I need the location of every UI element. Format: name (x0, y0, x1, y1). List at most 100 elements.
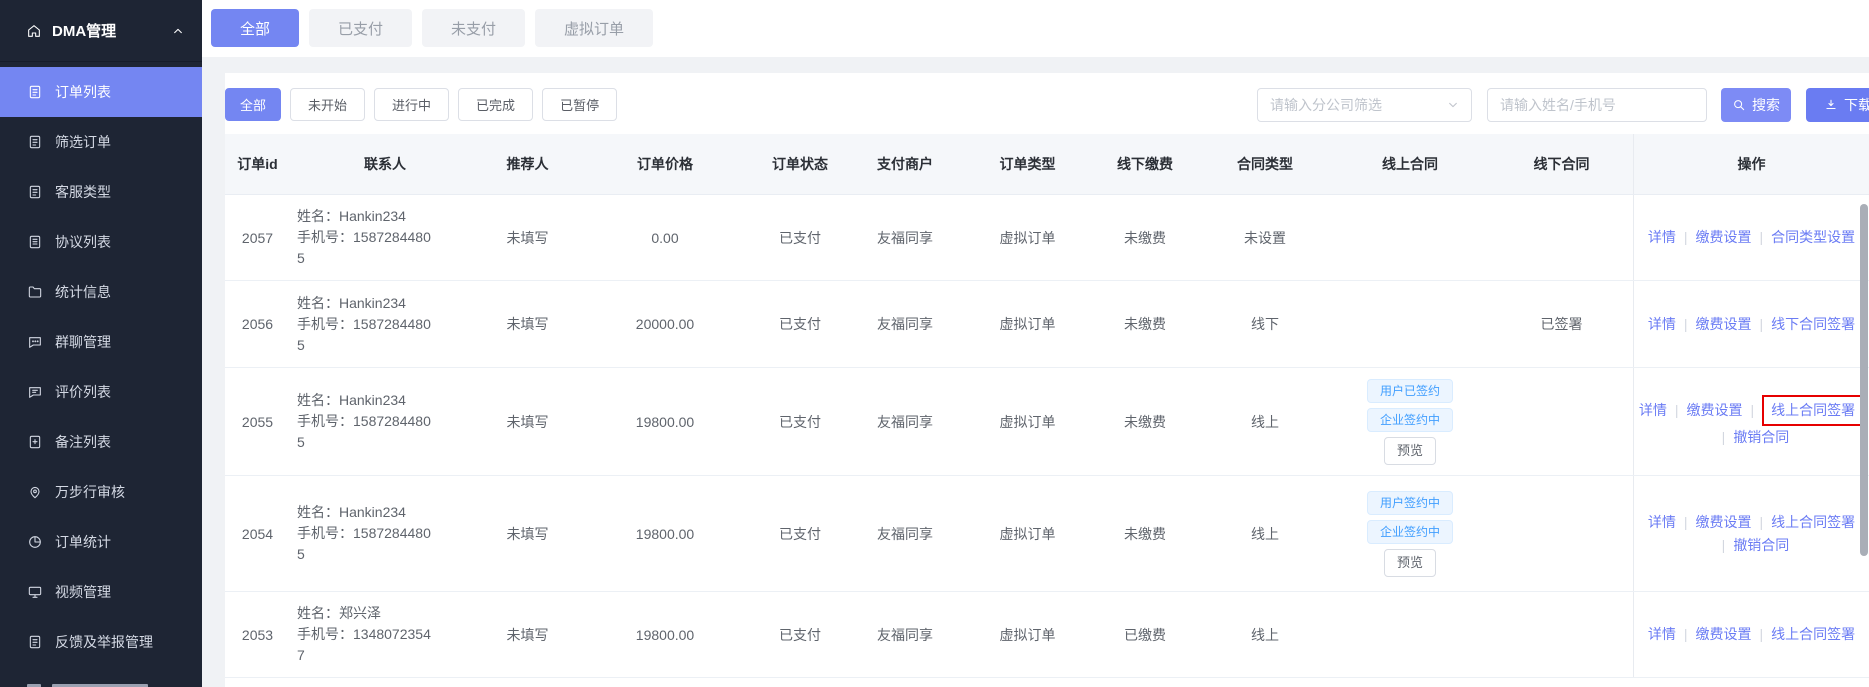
sidebar-item-客服类型[interactable]: 客服类型 (0, 167, 202, 217)
column-header-label: 订单id (237, 155, 278, 172)
offline-contract-cell (1490, 476, 1633, 591)
contact-lines: 姓名：Hankin234 手机号：1587284480 5 (297, 294, 431, 353)
offline-payment-cell: 未缴费 (1124, 316, 1166, 332)
action-link-缴费设置[interactable]: 缴费设置 (1696, 313, 1752, 336)
action-link-详情[interactable]: 详情 (1639, 399, 1667, 422)
status-cell: 已支付 (779, 229, 821, 246)
action-link-线上合同签署[interactable]: 线上合同签署 (1771, 623, 1855, 646)
company-filter-select[interactable]: 请输入分公司筛选 (1257, 88, 1472, 122)
document-plus-icon (27, 434, 43, 450)
sidebar: DMA管理 订单列表筛选订单客服类型 协议列表 统计信息群聊管理评价列表备注列表万步… (0, 0, 202, 687)
sidebar-item-统计信息[interactable]: 统计信息 (0, 267, 202, 317)
contact-cell: 姓名：Hankin234 手机号：1587284480 5 (290, 195, 480, 280)
action-link-缴费设置[interactable]: 缴费设置 (1687, 399, 1743, 422)
table-row: 2054 姓名：Hankin234 手机号：1587284480 5 未填写 19800.… (225, 476, 1869, 592)
action-link-缴费设置[interactable]: 缴费设置 (1696, 226, 1752, 249)
column-header-操作: 操作 (1633, 134, 1869, 194)
sidebar-menu: 订单列表筛选订单客服类型 协议列表 统计信息群聊管理评价列表备注列表万步行审核订单统… (0, 62, 202, 667)
column-header-线下合同: 线下合同 (1533, 156, 1590, 172)
actions-cell: 详情 | 缴费设置 | 线上合同签署 | 撤销合同 (1633, 476, 1869, 591)
action-line: | 撤销合同 (1714, 426, 1790, 449)
filter-button-已暂停[interactable]: 已暂停 (542, 88, 618, 121)
merchant-cell: 友福同享 (877, 626, 933, 643)
keyword-input[interactable] (1487, 88, 1707, 122)
order-type-cell: 虚拟订单 (999, 525, 1056, 542)
status-filter-bar: 全部 未开始 进行中 已完成 已暂停 (225, 88, 618, 121)
document-icon (27, 84, 43, 100)
action-separator: | (1683, 513, 1688, 530)
action-separator: | (1683, 229, 1688, 245)
search-button[interactable]: 搜索 (1721, 88, 1791, 122)
pie-chart-icon (27, 534, 43, 550)
order-type-cell: 虚拟订单 (999, 626, 1056, 643)
tab-未支付[interactable]: 未支付 (422, 9, 526, 47)
actions-cell: 详情 | 缴费设置 | 合同类型设置 (1633, 195, 1869, 280)
sidebar-item-反馈及举报管理[interactable]: 反馈及举报管理 (0, 617, 202, 667)
contract-type-cell: 线上 (1251, 413, 1279, 430)
price-cell: 19800.00 (635, 626, 695, 643)
action-link-合同类型设置[interactable]: 合同类型设置 (1771, 226, 1855, 249)
sidebar-item-协议列表[interactable]: 协议列表 (0, 217, 202, 267)
order-type-cell: 虚拟订单 (999, 229, 1056, 246)
action-link-详情[interactable]: 详情 (1648, 226, 1676, 249)
action-link-缴费设置[interactable]: 缴费设置 (1696, 511, 1752, 534)
tab-虚拟订单[interactable]: 虚拟订单 (535, 9, 654, 47)
sidebar-item-筛选订单[interactable]: 筛选订单 (0, 117, 202, 167)
price-cell: 20000.00 (635, 316, 695, 332)
sidebar-app-header[interactable]: DMA管理 (0, 0, 202, 62)
action-separator: | (1759, 229, 1764, 245)
sidebar-item-label: 群聊管理 (55, 334, 111, 350)
sidebar-item-label: 筛选订单 (55, 134, 111, 150)
sidebar-item-备注列表[interactable]: 备注列表 (0, 417, 202, 467)
referrer-cell: 未填写 (506, 413, 549, 430)
action-separator: | (1759, 315, 1764, 332)
status-cell: 已支付 (779, 413, 821, 430)
filter-button-全部[interactable]: 全部 (225, 88, 282, 121)
contact-lines: 姓名：Hankin234 手机号：1587284480 5 (297, 392, 431, 450)
table-row: 2053 姓名：郑兴泽 手机号：1348072354 7 未填写 19800.00 已支付 友… (225, 592, 1869, 678)
offline-contract-cell: 已签署 (1540, 316, 1583, 332)
merchant-cell: 友福同享 (877, 525, 933, 542)
sidebar-item-订单统计[interactable]: 订单统计 (0, 517, 202, 567)
offline-contract-cell (1490, 195, 1633, 280)
column-header-支付商户: 支付商户 (877, 156, 933, 172)
location-pin-icon (27, 484, 43, 500)
tab-已支付[interactable]: 已支付 (309, 9, 413, 47)
table-body: 2057 姓名：Hankin234 手机号：1587284480 5 未填写 0.00 已支… (225, 195, 1869, 678)
action-link-线下合同签署[interactable]: 线下合同签署 (1771, 313, 1855, 336)
sidebar-item-订单列表[interactable]: 订单列表 (0, 67, 202, 117)
sidebar-item-label: 万步行审核 (55, 484, 125, 500)
action-link-详情[interactable]: 详情 (1648, 511, 1676, 534)
contact-cell: 姓名：郑兴泽 手机号：1348072354 7 (290, 592, 480, 677)
action-link-缴费设置[interactable]: 缴费设置 (1696, 623, 1752, 646)
vertical-scrollbar[interactable] (1860, 204, 1868, 556)
contact-cell: 姓名：Hankin234 手机号：1587284480 5 (290, 476, 480, 591)
download-button[interactable]: 下载 (1806, 88, 1869, 122)
action-link-撤销合同[interactable]: 撤销合同 (1733, 534, 1789, 557)
preview-button[interactable]: 预览 (1383, 436, 1436, 465)
filter-button-进行中[interactable]: 进行中 (374, 88, 450, 121)
table-row: 2057 姓名：Hankin234 手机号：1587284480 5 未填写 0.00 已支… (225, 195, 1869, 281)
tab-全部[interactable]: 全部 (211, 9, 300, 47)
sidebar-item-评价列表[interactable]: 评价列表 (0, 367, 202, 417)
sidebar-item-万步行审核[interactable]: 万步行审核 (0, 467, 202, 517)
preview-button[interactable]: 预览 (1383, 548, 1436, 577)
column-header-推荐人: 推荐人 (506, 156, 549, 172)
sidebar-item-群聊管理[interactable]: 群聊管理 (0, 317, 202, 367)
column-header-线下缴费: 线下缴费 (1117, 156, 1173, 172)
filter-button-未开始[interactable]: 未开始 (290, 88, 366, 121)
action-link-线上合同签署[interactable]: 线上合同签署 (1771, 511, 1855, 534)
actions-cell: 详情 | 缴费设置 | 线上合同签署 (1633, 592, 1869, 677)
action-link-详情[interactable]: 详情 (1648, 623, 1676, 646)
sidebar-item-label: 备注列表 (55, 434, 111, 450)
actions-cell: 详情 | 缴费设置 | 线下合同签署 (1633, 281, 1869, 367)
sidebar-item-视频管理[interactable]: 视频管理 (0, 567, 202, 617)
action-link-撤销合同[interactable]: 撤销合同 (1733, 426, 1789, 449)
filter-button-已完成[interactable]: 已完成 (458, 88, 534, 121)
action-link-线上合同签署[interactable]: 线上合同签署 (1771, 402, 1855, 418)
sidebar-item-label: 反馈及举报管理 (55, 634, 153, 650)
action-link-详情[interactable]: 详情 (1648, 313, 1676, 336)
order-id: 2054 (241, 525, 274, 542)
online-contract-cell: 用户已签约 企业签约中 预览 (1330, 368, 1490, 475)
contact-lines: 姓名：Hankin234 手机号：1587284480 5 (297, 504, 431, 562)
